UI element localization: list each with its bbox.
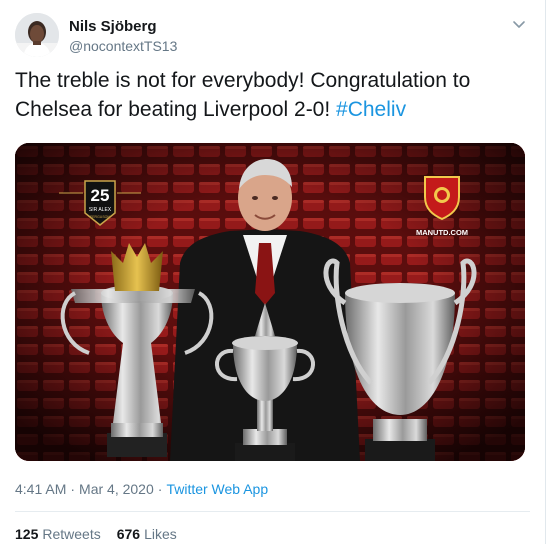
hashtag-link[interactable]: #Cheliv bbox=[336, 98, 406, 121]
retweets-stat[interactable]: 125 Retweets bbox=[15, 526, 101, 542]
likes-label: Likes bbox=[144, 526, 177, 542]
source-link[interactable]: Twitter Web App bbox=[166, 481, 268, 497]
tweet-time[interactable]: 4:41 AM bbox=[15, 481, 66, 497]
divider bbox=[15, 511, 530, 512]
tweet-date[interactable]: Mar 4, 2020 bbox=[79, 481, 154, 497]
tweet-card: Nils Sjöberg @nocontextTS13 The treble i… bbox=[0, 0, 546, 544]
site-label: MANUTD.COM bbox=[416, 228, 468, 237]
avatar-image bbox=[15, 13, 59, 57]
tweet-text: The treble is not for everybody! Congrat… bbox=[15, 66, 515, 124]
badge-number: 25 bbox=[91, 186, 110, 205]
tweet-meta: 4:41 AM · Mar 4, 2020 · Twitter Web App bbox=[15, 481, 268, 497]
likes-count: 676 bbox=[116, 526, 141, 542]
tweet-media-image[interactable]: 25 SIR ALEX FERGUSON MANUTD.COM bbox=[15, 143, 525, 461]
badge-caption: SIR ALEX bbox=[89, 207, 112, 213]
chevron-down-icon[interactable] bbox=[511, 16, 527, 32]
tweet-stats: 125 Retweets 676 Likes bbox=[15, 526, 193, 542]
avatar[interactable] bbox=[15, 13, 59, 57]
display-name[interactable]: Nils Sjöberg bbox=[69, 18, 157, 35]
user-handle[interactable]: @nocontextTS13 bbox=[69, 38, 177, 54]
meta-separator: · bbox=[70, 481, 76, 497]
likes-stat[interactable]: 676 Likes bbox=[117, 526, 177, 542]
meta-separator-2: · bbox=[157, 481, 163, 497]
badge-sub: FERGUSON bbox=[90, 215, 110, 219]
retweets-label: Retweets bbox=[42, 526, 101, 542]
retweets-count: 125 bbox=[15, 526, 39, 542]
